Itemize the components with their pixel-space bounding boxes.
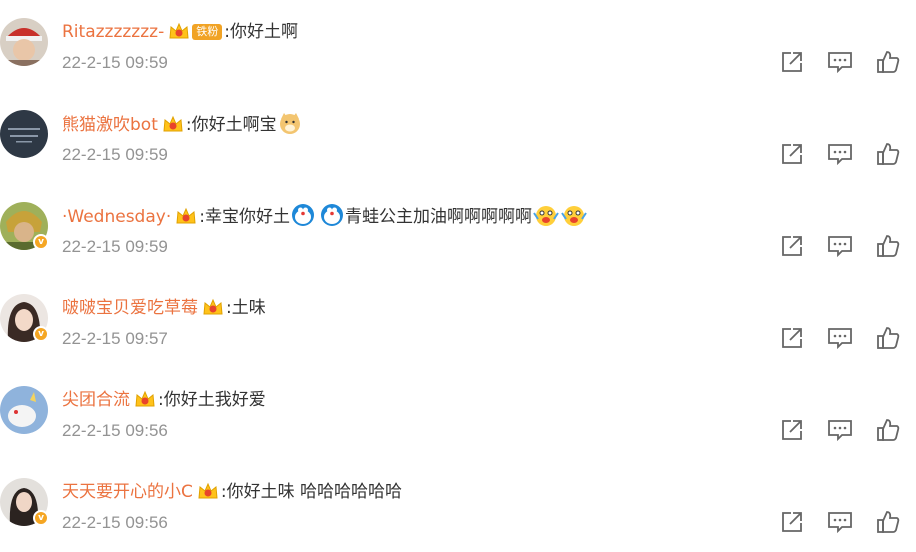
comment-text: :幸宝你好土 <box>199 207 290 227</box>
reply-button[interactable] <box>827 325 853 351</box>
thumbs-up-icon <box>877 511 900 533</box>
comment-line: 熊猫激吹bot :你好土啊宝 <box>62 111 303 137</box>
super-fan-crown-icon <box>175 206 197 234</box>
comment-time: 22-2-15 09:59 <box>62 237 168 256</box>
share-icon <box>782 420 802 440</box>
avatar[interactable] <box>0 110 48 158</box>
verified-badge: v <box>33 326 49 342</box>
reply-button[interactable] <box>827 417 853 443</box>
comment-line: ·Wednesday· :幸宝你好土 青蛙公主加油啊啊啊啊啊 <box>62 203 588 229</box>
verified-badge: v <box>33 510 49 526</box>
reply-button[interactable] <box>827 509 853 535</box>
comment-text: :你好土啊宝 <box>185 115 277 135</box>
super-fan-crown-icon <box>197 481 219 509</box>
reply-icon <box>828 144 852 166</box>
thumbs-up-icon <box>877 327 900 349</box>
share-button[interactable] <box>779 325 805 351</box>
username-link[interactable]: 尖团合流 <box>62 390 130 410</box>
super-fan-crown-icon <box>134 389 156 417</box>
comment-item: 尖团合流 :你好土我好爱 22-2-15 09:56 <box>0 368 916 460</box>
username-link[interactable]: 天天要开心的小C <box>62 482 193 502</box>
comment-time: 22-2-15 09:57 <box>62 329 168 348</box>
like-button[interactable] <box>875 141 901 167</box>
avatar[interactable] <box>0 386 48 434</box>
comment-line: 尖团合流 :你好土我好爱 <box>62 387 266 413</box>
username-link[interactable]: 熊猫激吹bot <box>62 115 158 135</box>
comment-item: Ritazzzzzzz- 铁粉:你好土啊 22-2-15 09:59 <box>0 0 916 92</box>
share-icon <box>782 512 802 532</box>
comment-text: :你好土味 哈哈哈哈哈哈 <box>220 482 403 502</box>
share-button[interactable] <box>779 141 805 167</box>
share-icon <box>782 144 802 164</box>
reply-button[interactable] <box>827 141 853 167</box>
comment-text-2: 青蛙公主加油啊啊啊啊啊 <box>344 207 532 227</box>
username-link[interactable]: 啵啵宝贝爱吃草莓 <box>62 298 198 318</box>
reply-button[interactable] <box>827 233 853 259</box>
fan-badge: 铁粉 <box>192 24 223 40</box>
comment-line: 啵啵宝贝爱吃草莓 :土味 <box>62 295 266 321</box>
reply-icon <box>828 420 852 442</box>
super-fan-crown-icon <box>202 297 224 325</box>
verified-badge: v <box>33 234 49 250</box>
excited-emoji <box>561 203 587 235</box>
reply-icon <box>828 512 852 534</box>
comment-item: v 天天要开心的小C :你好土味 哈哈哈哈哈哈 22-2-15 09:56 <box>0 460 916 552</box>
like-button[interactable] <box>875 417 901 443</box>
like-button[interactable] <box>875 325 901 351</box>
comment-item: 熊猫激吹bot :你好土啊宝 22-2-15 09:59 <box>0 92 916 184</box>
like-button[interactable] <box>875 49 901 75</box>
doge-emoji <box>278 111 302 143</box>
like-button[interactable] <box>875 509 901 535</box>
comment-item: v 啵啵宝贝爱吃草莓 :土味 22-2-15 09:57 <box>0 276 916 368</box>
comment-line: 天天要开心的小C :你好土味 哈哈哈哈哈哈 <box>62 479 402 505</box>
share-button[interactable] <box>779 417 805 443</box>
share-icon <box>782 236 802 256</box>
share-button[interactable] <box>779 509 805 535</box>
comment-text: :土味 <box>226 298 266 318</box>
comment-time: 22-2-15 09:59 <box>62 145 168 164</box>
reply-icon <box>828 236 852 258</box>
thumbs-up-icon <box>877 235 900 257</box>
doraemon-emoji <box>320 203 344 235</box>
share-button[interactable] <box>779 49 805 75</box>
super-fan-crown-icon <box>168 21 190 49</box>
comment-time: 22-2-15 09:56 <box>62 513 168 532</box>
reply-icon <box>828 328 852 350</box>
excited-emoji <box>533 203 559 235</box>
username-link[interactable]: Ritazzzzzzz- <box>62 22 164 42</box>
comment-time: 22-2-15 09:59 <box>62 53 168 72</box>
super-fan-crown-icon <box>162 114 184 142</box>
comment-time: 22-2-15 09:56 <box>62 421 168 440</box>
reply-button[interactable] <box>827 49 853 75</box>
thumbs-up-icon <box>877 419 900 441</box>
avatar[interactable] <box>0 18 48 66</box>
share-icon <box>782 52 802 72</box>
share-icon <box>782 328 802 348</box>
comment-line: Ritazzzzzzz- 铁粉:你好土啊 <box>62 19 298 45</box>
comment-text: :你好土啊 <box>224 22 298 42</box>
like-button[interactable] <box>875 233 901 259</box>
thumbs-up-icon <box>877 143 900 165</box>
username-link[interactable]: ·Wednesday· <box>62 207 171 227</box>
reply-icon <box>828 52 852 74</box>
comment-item: v ·Wednesday· :幸宝你好土 青蛙公主加油啊啊啊啊啊 22-2-15 0… <box>0 184 916 276</box>
doraemon-emoji <box>291 203 315 235</box>
share-button[interactable] <box>779 233 805 259</box>
comment-text: :你好土我好爱 <box>158 390 266 410</box>
thumbs-up-icon <box>877 51 900 73</box>
